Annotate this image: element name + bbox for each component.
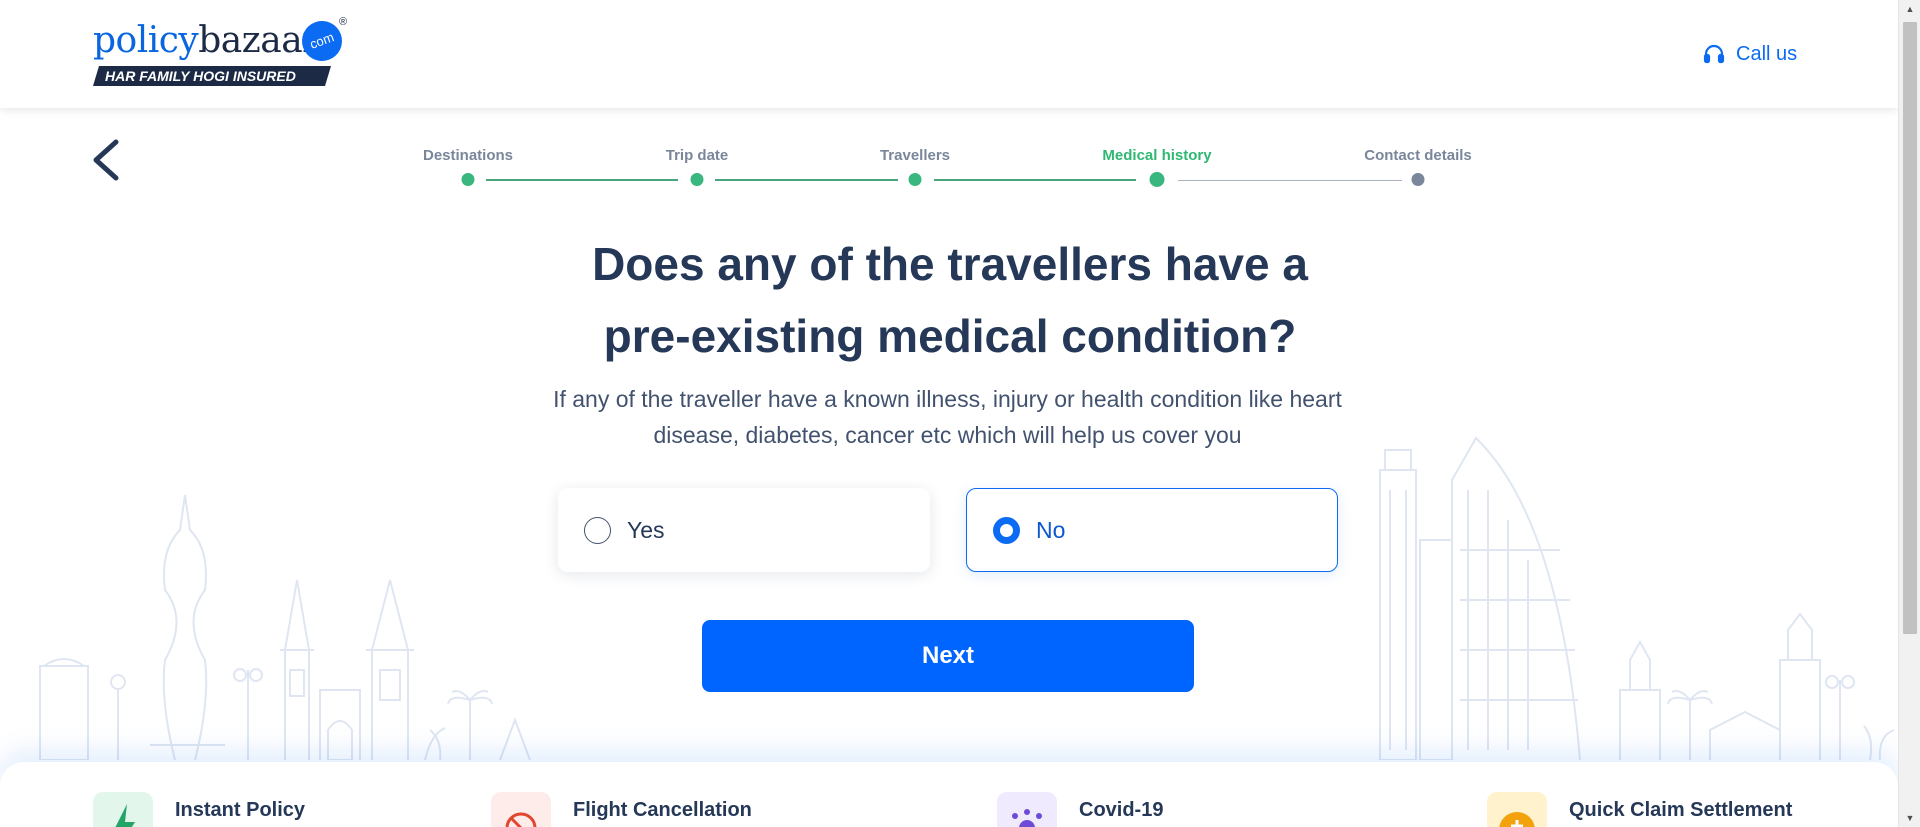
headset-icon xyxy=(1703,44,1725,64)
question-subtitle-line-2: disease, diabetes, cancer etc which will… xyxy=(653,422,1242,448)
back-button[interactable] xyxy=(88,136,128,184)
step-dot-travellers xyxy=(908,173,922,186)
feature-title: Instant Policy xyxy=(175,799,306,821)
feature-title: Quick Claim Settlement xyxy=(1569,799,1793,821)
logo-text-policy: policy xyxy=(93,20,199,61)
scroll-up-arrow-icon[interactable]: ▲ xyxy=(1899,0,1920,18)
scroll-down-arrow-icon[interactable]: ▼ xyxy=(1899,809,1920,827)
feature-quick-claim: Quick Claim Settlement xyxy=(1487,792,1792,827)
step-label-trip-date: Trip date xyxy=(665,147,729,164)
question-heading: Does any of the travellers have a pre-ex… xyxy=(500,228,1400,372)
option-yes[interactable]: Yes xyxy=(558,488,930,572)
question-heading-line-2: pre-existing medical condition? xyxy=(603,310,1297,362)
option-yes-label: Yes xyxy=(627,517,665,543)
step-connector xyxy=(934,179,1136,181)
radio-no[interactable] xyxy=(993,516,1020,544)
step-dot-destinations xyxy=(461,173,475,186)
call-us-link[interactable]: Call us xyxy=(1702,40,1797,68)
step-connector xyxy=(715,179,898,181)
feature-flight-cancellation: Flight Cancellation xyxy=(491,792,752,827)
step-dot-medical-history xyxy=(1149,172,1165,187)
city-skyline-illustration xyxy=(39,436,1895,760)
step-label-travellers: Travellers xyxy=(879,147,951,164)
logo-tagline: HAR FAMILY HOGI INSURED xyxy=(93,66,331,86)
lightning-icon xyxy=(93,792,153,827)
vertical-scrollbar[interactable]: ▲ ▼ xyxy=(1898,0,1920,827)
question-subtitle: If any of the traveller have a known ill… xyxy=(520,381,1375,453)
claim-icon xyxy=(1487,792,1547,827)
step-label-contact-details: Contact details xyxy=(1364,147,1472,164)
policybazaar-logo[interactable]: policybazaar com ® HAR FAMILY HOGI INSUR… xyxy=(93,15,353,90)
step-label-destinations: Destinations xyxy=(422,147,514,164)
step-label-medical-history: Medical history xyxy=(1102,147,1212,164)
logo-wordmark: policybazaar xyxy=(93,18,319,64)
step-connector xyxy=(1178,179,1402,181)
next-button[interactable]: Next xyxy=(702,620,1194,692)
logo-registered-mark: ® xyxy=(339,16,348,28)
option-no-label: No xyxy=(1036,517,1066,543)
site-header: policybazaar com ® HAR FAMILY HOGI INSUR… xyxy=(0,0,1898,108)
scrollbar-thumb[interactable] xyxy=(1903,22,1917,634)
virus-icon xyxy=(997,792,1057,827)
step-dot-contact-details xyxy=(1411,173,1425,186)
option-no[interactable]: No xyxy=(966,488,1338,572)
flight-cancel-icon xyxy=(491,792,551,827)
chevron-left-icon xyxy=(93,139,119,181)
feature-covid-19: Covid-19 xyxy=(997,792,1163,827)
feature-title: Flight Cancellation xyxy=(573,799,752,821)
features-panel: Instant Policy Flight Cancellation Covid… xyxy=(0,762,1898,827)
question-subtitle-line-1: If any of the traveller have a known ill… xyxy=(553,386,1342,412)
feature-instant-policy: Instant Policy xyxy=(93,792,305,827)
question-heading-line-1: Does any of the travellers have a xyxy=(592,238,1308,290)
feature-title: Covid-19 xyxy=(1079,799,1164,821)
step-dot-trip-date xyxy=(690,173,704,186)
call-us-label: Call us xyxy=(1736,42,1798,65)
radio-yes[interactable] xyxy=(584,516,611,544)
step-connector xyxy=(486,179,678,181)
